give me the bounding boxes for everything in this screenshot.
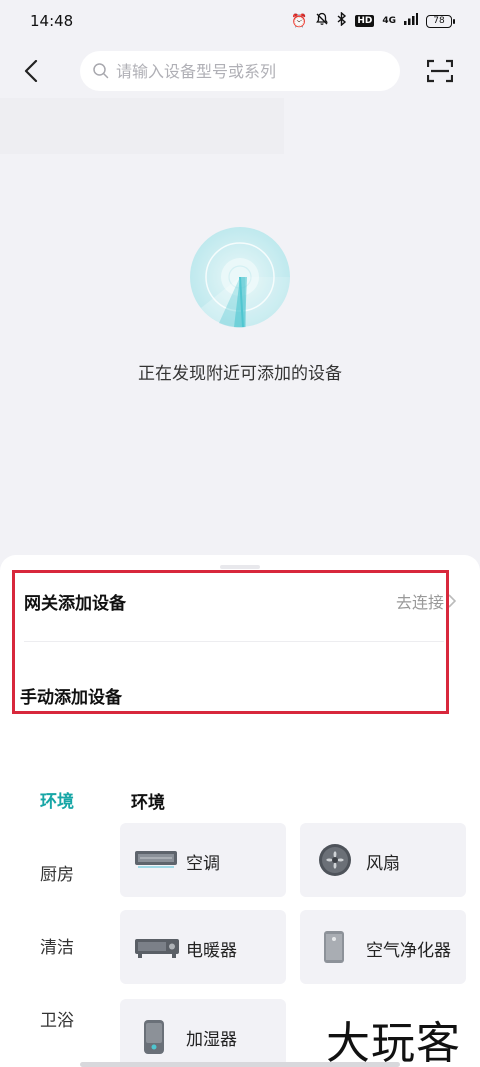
device-card-air-purifier[interactable]: 空气净化器 bbox=[300, 910, 466, 984]
device-card-fan[interactable]: 风扇 bbox=[300, 823, 466, 897]
status-icons: ⏰ HD 4G 78 bbox=[291, 11, 455, 30]
add-device-sheet: 网关添加设备 去连接 手动添加设备 环境 厨房 清洁 卫浴 环境 空调 风扇 电… bbox=[0, 555, 480, 1067]
category-cleaning[interactable]: 清洁 bbox=[40, 933, 74, 958]
radar-scan-icon bbox=[189, 226, 291, 328]
device-card-humidifier[interactable]: 加湿器 bbox=[120, 999, 286, 1067]
battery-icon: 78 bbox=[426, 14, 455, 28]
chevron-right-icon bbox=[448, 594, 456, 608]
device-label: 加湿器 bbox=[186, 1030, 237, 1050]
bluetooth-icon bbox=[337, 11, 347, 30]
category-environment[interactable]: 环境 bbox=[40, 787, 74, 812]
category-kitchen[interactable]: 厨房 bbox=[40, 860, 74, 885]
search-icon bbox=[93, 63, 109, 79]
device-label: 电暖器 bbox=[186, 941, 237, 961]
search-box[interactable] bbox=[80, 51, 400, 91]
fan-icon bbox=[318, 843, 352, 877]
humidifier-icon bbox=[142, 1019, 166, 1055]
chevron-left-icon bbox=[24, 60, 38, 82]
watermark-logo: 大玩客 bbox=[326, 1018, 461, 1067]
air-conditioner-icon bbox=[134, 849, 178, 871]
alarm-icon: ⏰ bbox=[291, 13, 308, 29]
search-input[interactable] bbox=[116, 61, 396, 81]
sheet-handle[interactable] bbox=[220, 565, 260, 569]
device-label: 风扇 bbox=[366, 854, 400, 874]
status-time: 14:48 bbox=[30, 12, 74, 30]
status-bar: 14:48 ⏰ HD 4G 78 bbox=[0, 0, 480, 42]
device-card-air-conditioner[interactable]: 空调 bbox=[120, 823, 286, 897]
section-title: 环境 bbox=[131, 793, 165, 813]
hd-badge: HD bbox=[355, 15, 375, 27]
home-indicator[interactable] bbox=[80, 1062, 400, 1067]
highlight-annotation-box bbox=[12, 570, 449, 714]
mute-bell-icon bbox=[315, 12, 329, 30]
category-bathroom[interactable]: 卫浴 bbox=[40, 1006, 74, 1031]
signal-icon bbox=[404, 13, 418, 29]
back-button[interactable] bbox=[16, 56, 46, 86]
network-type: 4G bbox=[382, 16, 396, 26]
discovery-status-text: 正在发现附近可添加的设备 bbox=[138, 364, 342, 384]
device-card-electric-heater[interactable]: 电暖器 bbox=[120, 910, 286, 984]
air-purifier-icon bbox=[322, 930, 346, 964]
device-label: 空调 bbox=[186, 854, 220, 874]
device-label: 空气净化器 bbox=[366, 941, 451, 961]
electric-heater-icon bbox=[134, 937, 180, 959]
battery-level: 78 bbox=[433, 16, 445, 26]
scan-button[interactable] bbox=[424, 56, 456, 86]
scan-icon bbox=[427, 59, 453, 83]
banner-placeholder bbox=[0, 98, 284, 154]
top-bar bbox=[0, 48, 480, 94]
